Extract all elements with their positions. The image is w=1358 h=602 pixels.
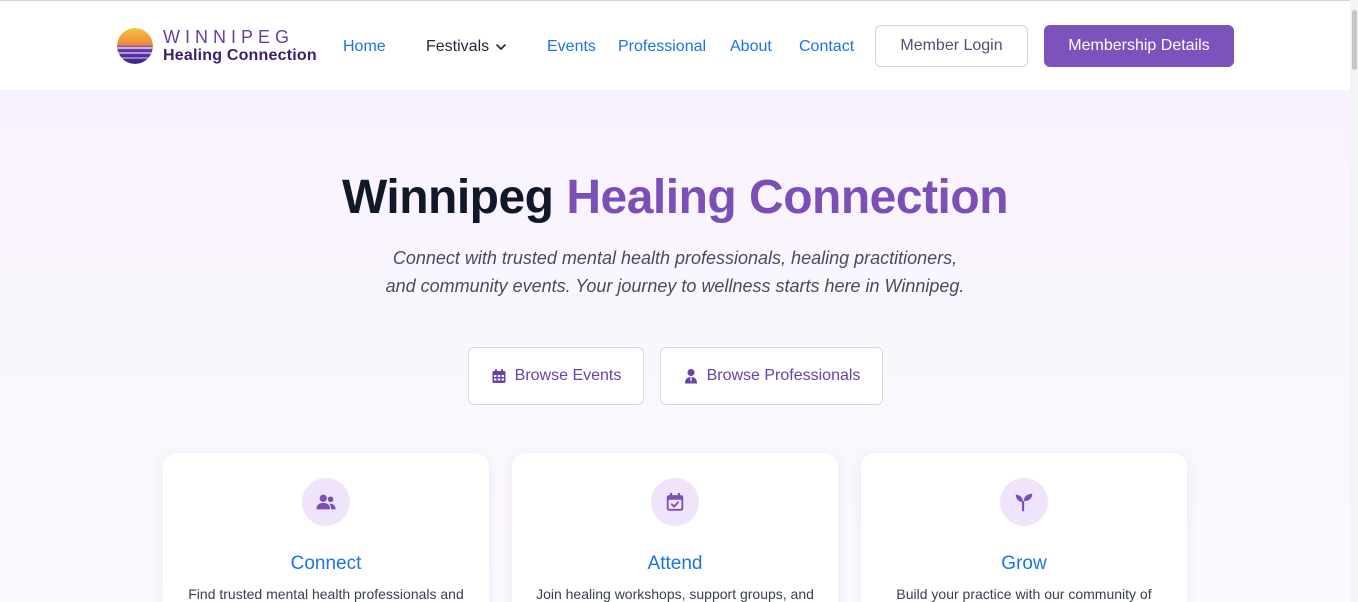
card-text: Find trusted mental health professionals…: [188, 586, 464, 602]
card-title: Grow: [1001, 553, 1047, 574]
card-text: Join healing workshops, support groups, …: [536, 586, 814, 602]
logo-line-2: Healing Connection: [163, 47, 317, 64]
hero-title-part-2: Healing Connection: [566, 171, 1009, 224]
browse-events-button[interactable]: Browse Events: [468, 347, 644, 405]
card-text: Build your practice with our community o…: [896, 586, 1152, 602]
nav-events[interactable]: Events: [547, 38, 596, 56]
sunset-logo-icon: [117, 28, 153, 64]
site-header: WINNIPEG Healing Connection Home Festiva…: [0, 1, 1350, 90]
hero-subtitle-line-2: and community events. Your journey to we…: [385, 276, 965, 296]
calendar-icon: [492, 369, 506, 383]
browse-professionals-label: Browse Professionals: [706, 367, 861, 384]
page-scrollbar[interactable]: [1350, 0, 1358, 602]
scrollbar-thumb[interactable]: [1352, 10, 1357, 70]
browse-professionals-button[interactable]: Browse Professionals: [660, 347, 883, 405]
nav-professional[interactable]: Professional: [618, 38, 706, 56]
nav-contact[interactable]: Contact: [799, 38, 854, 56]
card-title: Connect: [290, 553, 362, 574]
logo-line-1: WINNIPEG: [163, 27, 295, 47]
calendar-check-icon: [651, 478, 699, 526]
membership-details-button[interactable]: Membership Details: [1044, 25, 1234, 67]
nav-festivals-dropdown[interactable]: Festivals: [426, 38, 507, 56]
hero-subtitle-line-1: Connect with trusted mental health profe…: [392, 248, 958, 268]
member-login-button[interactable]: Member Login: [875, 25, 1028, 67]
feature-card-grow: Grow Build your practice with our commun…: [861, 453, 1187, 602]
chevron-down-icon: [496, 44, 506, 50]
feature-card-connect: Connect Find trusted mental health profe…: [163, 453, 489, 602]
hero-subtitle: Connect with trusted mental health profe…: [375, 244, 975, 300]
feature-card-attend: Attend Join healing workshops, support g…: [512, 453, 838, 602]
card-title: Attend: [647, 553, 703, 574]
nav-about[interactable]: About: [730, 38, 772, 56]
browse-events-label: Browse Events: [514, 367, 622, 384]
nav-festivals-label: Festivals: [426, 38, 490, 55]
users-icon: [302, 478, 350, 526]
user-tie-icon: [684, 369, 697, 384]
seedling-icon: [1000, 478, 1048, 526]
hero-title: Winnipeg Healing Connection: [0, 170, 1350, 225]
hero-title-part-1: Winnipeg: [341, 171, 554, 224]
nav-home[interactable]: Home: [343, 38, 386, 56]
hero-section: Winnipeg Healing Connection Connect with…: [0, 90, 1350, 602]
site-logo[interactable]: WINNIPEG Healing Connection: [117, 28, 317, 64]
